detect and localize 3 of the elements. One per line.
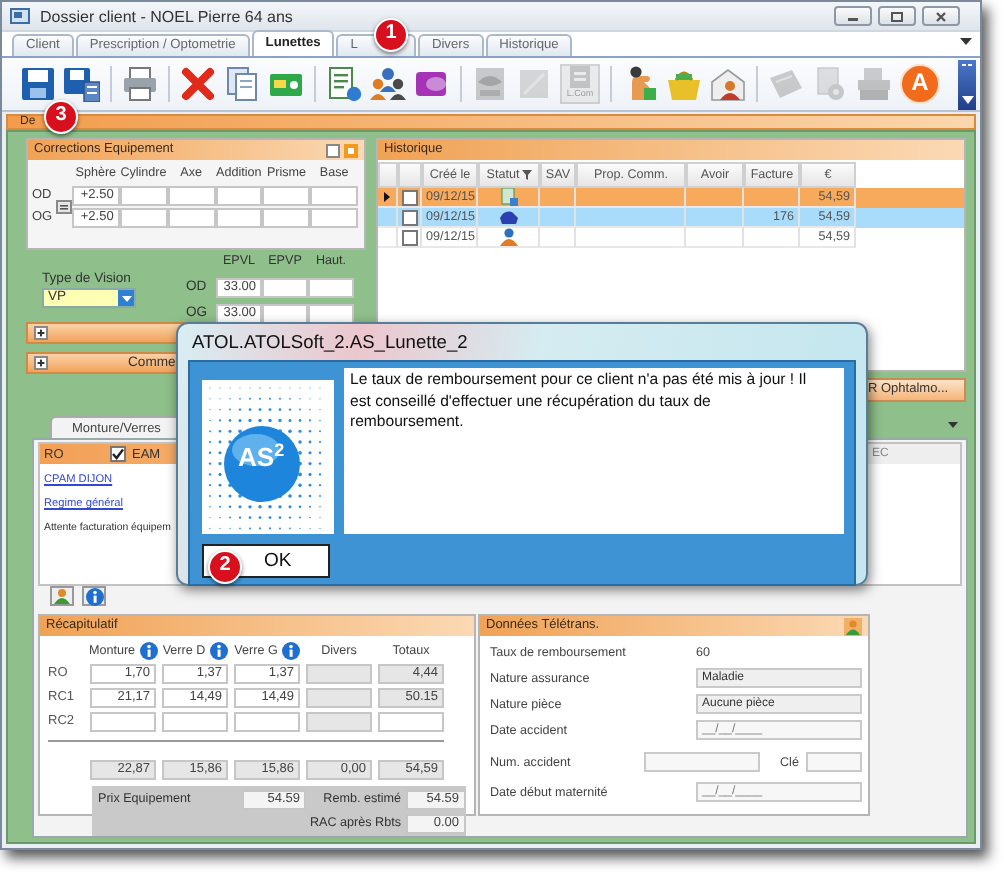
logo-text: AS$^{2}$ — [238, 444, 285, 472]
window-title: Dossier client - NOEL Pierre 64 ans — [40, 7, 295, 25]
dialog-title: ATOL.ATOLSoft_2.AS_Lunette_2 — [190, 330, 470, 356]
